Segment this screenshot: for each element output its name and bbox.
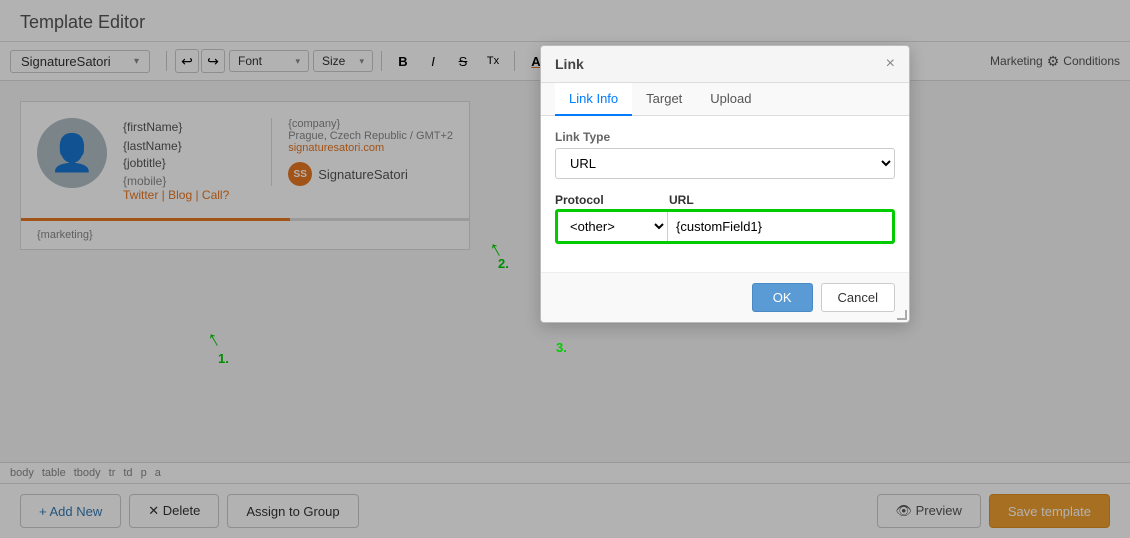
dialog-close-button[interactable]: × bbox=[886, 56, 895, 72]
protocol-label: Protocol bbox=[555, 193, 665, 207]
cancel-button[interactable]: Cancel bbox=[821, 283, 895, 312]
ok-button[interactable]: OK bbox=[752, 283, 813, 312]
url-row-labels: Protocol URL bbox=[555, 193, 895, 207]
link-type-label: Link Type bbox=[555, 130, 895, 144]
tab-link-info[interactable]: Link Info bbox=[555, 83, 632, 116]
dialog-footer: OK Cancel bbox=[541, 272, 909, 322]
protocol-url-group: Protocol URL <other> bbox=[555, 193, 895, 244]
dialog-title: Link bbox=[555, 56, 584, 72]
tab-target[interactable]: Target bbox=[632, 83, 696, 116]
dialog-header: Link × bbox=[541, 46, 909, 83]
link-dialog: Link × Link Info Target Upload Link Type… bbox=[540, 45, 910, 323]
tab-upload[interactable]: Upload bbox=[696, 83, 765, 116]
arrow-num-3: 3. bbox=[556, 340, 567, 355]
url-input[interactable] bbox=[668, 212, 892, 241]
dialog-tabs: Link Info Target Upload bbox=[541, 83, 909, 116]
url-label: URL bbox=[669, 193, 895, 207]
resize-handle[interactable] bbox=[897, 310, 909, 322]
link-type-group: Link Type URL bbox=[555, 130, 895, 179]
protocol-url-row: <other> bbox=[555, 209, 895, 244]
protocol-select[interactable]: <other> bbox=[558, 212, 668, 241]
link-type-select[interactable]: URL bbox=[555, 148, 895, 179]
dialog-body: Link Type URL Protocol URL <other> bbox=[541, 116, 909, 272]
